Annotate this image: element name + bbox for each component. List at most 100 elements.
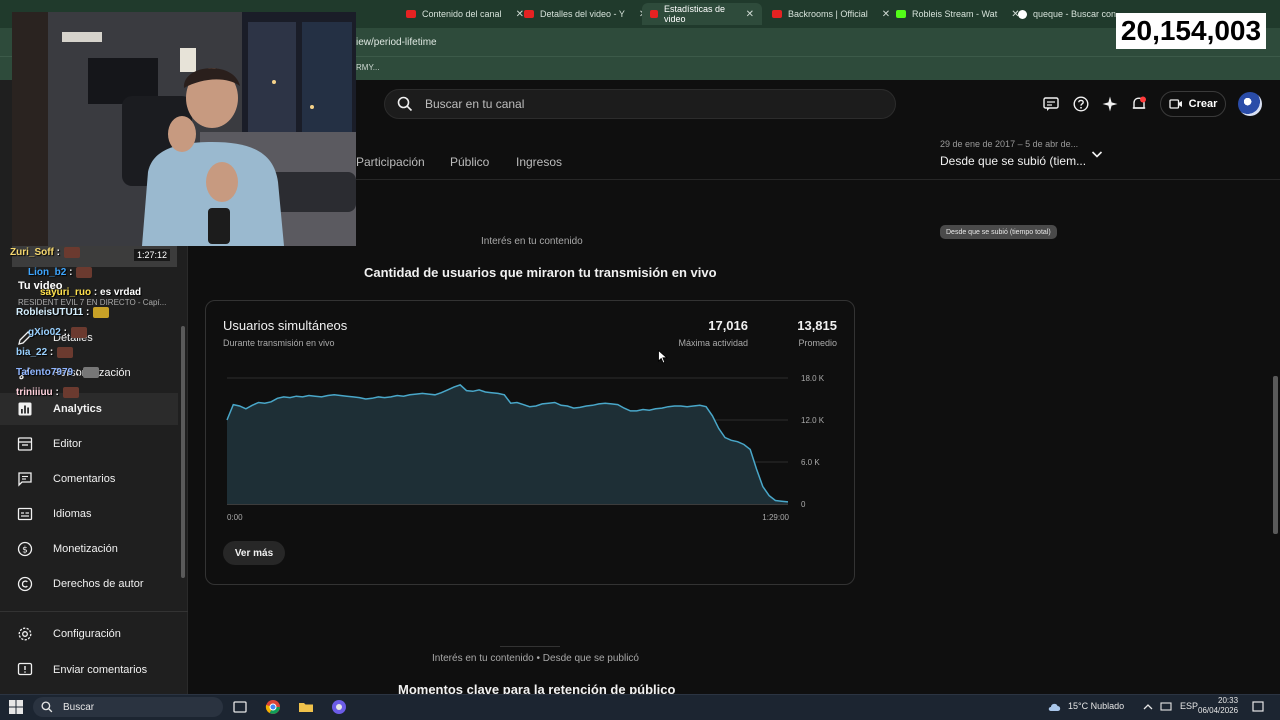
tab-ingresos[interactable]: Ingresos (516, 155, 562, 169)
chat-user: Lion_b2 (28, 267, 67, 279)
emote-icon (76, 267, 93, 278)
chevron-down-icon[interactable] (1090, 147, 1104, 161)
browser-tab[interactable]: Detalles del video - Y ✕ (516, 3, 655, 25)
sidebar-item-label: Idiomas (53, 508, 92, 520)
browser-tab[interactable]: queque - Buscar con (1010, 3, 1124, 25)
emote-icon (62, 387, 79, 398)
emote-icon (57, 347, 74, 358)
sidebar-item-enviar-comentarios[interactable]: Enviar comentarios (0, 654, 178, 686)
browser-tab[interactable]: Robleis Stream - Wat ✕ (888, 3, 1028, 25)
sidebar-item-label: Derechos de autor (53, 578, 144, 590)
y-tick-label: 0 (801, 500, 806, 509)
task-view-icon[interactable] (232, 699, 248, 715)
tab-label: Backrooms | Official (788, 9, 868, 19)
sidebar-scrollbar[interactable] (181, 326, 185, 578)
section-divider (500, 646, 560, 647)
chat-user: gXio02 (28, 327, 61, 339)
url-text: iew/period-lifetime (356, 37, 437, 48)
sparkle-icon[interactable] (1102, 96, 1118, 112)
tab-label: Contenido del canal (422, 9, 502, 19)
sidebar-item-label: Comentarios (53, 473, 116, 485)
tab-label: Detalles del video - Y (540, 9, 625, 19)
chrome-icon[interactable] (265, 699, 281, 715)
chat-text: : (63, 327, 67, 339)
google-icon (1018, 9, 1027, 19)
video-duration: 1:27:12 (134, 249, 171, 261)
chat-text: : es vrdad (93, 287, 142, 298)
svg-text:$: $ (22, 545, 28, 555)
bookmark-item[interactable]: RMY... (356, 63, 379, 72)
chat-user: Zuri_Soff (10, 247, 54, 259)
chat-text: : (69, 267, 73, 279)
copyright-icon (17, 576, 33, 592)
close-icon[interactable]: ✕ (746, 9, 754, 20)
browser-tab-active[interactable]: Estadísticas de video ✕ (642, 3, 762, 25)
average-value: 13,815 (797, 318, 837, 333)
chat-message: Zuri_Soff : (10, 247, 81, 259)
see-more-button[interactable]: Ver más (223, 541, 285, 565)
sidebar-item-configuracion[interactable]: Configuración (0, 618, 178, 650)
browser-tab[interactable]: Backrooms | Official ✕ (764, 3, 898, 25)
tab-publico[interactable]: Público (450, 155, 489, 169)
date-range-picker[interactable]: 29 de ene de 2017 – 5 de abr de... Desde… (940, 139, 1086, 168)
subtitles-icon (17, 507, 33, 521)
feedback-icon (17, 662, 33, 676)
page-scrollbar[interactable] (1273, 376, 1278, 534)
sidebar-item-label: Enviar comentarios (53, 664, 148, 676)
tab-participacion[interactable]: Participación (356, 155, 425, 169)
taskbar-clock[interactable]: 20:33 06/04/2026 (1198, 696, 1238, 716)
mouse-cursor-icon (658, 350, 668, 364)
sidebar-item-idiomas[interactable]: Idiomas (0, 498, 178, 530)
sidebar-item-label: Configuración (53, 628, 121, 640)
network-icon[interactable] (1160, 699, 1172, 715)
chat-message: gXio02 : (10, 327, 87, 338)
tab-label: Estadísticas de video (663, 4, 725, 24)
x-tick-label: 0:00 (227, 513, 243, 522)
avatar[interactable] (1238, 92, 1262, 116)
video-camera-icon (1168, 99, 1182, 109)
notification-center-icon[interactable] (1252, 699, 1264, 715)
chat-message: triniiiuu : (10, 387, 79, 398)
sidebar-item-derechos[interactable]: Derechos de autor (0, 568, 178, 600)
date-range-label: Desde que se subió (tiem... (940, 154, 1087, 168)
create-button[interactable]: Crear (1160, 91, 1226, 117)
language-indicator[interactable]: ESP (1180, 701, 1198, 711)
chat-text: : (56, 247, 61, 259)
chat-text: : (49, 347, 54, 359)
windows-icon[interactable] (8, 699, 24, 715)
chat-user: Talento7979 (16, 367, 74, 379)
chat-text: : (86, 307, 90, 319)
help-icon[interactable] (1073, 96, 1089, 112)
captions-icon[interactable] (1043, 96, 1059, 112)
peak-value: 17,016 (708, 318, 748, 333)
period-pill: Desde que se subió (tiempo total) (940, 225, 1057, 239)
chat-text: : (75, 367, 80, 379)
card-subtitle: Durante transmisión en vivo (223, 338, 335, 348)
sidebar-item-monetizacion[interactable]: $ Monetización (0, 533, 178, 565)
taskbar-search[interactable]: Buscar (33, 697, 223, 717)
y-tick-label: 12.0 K (801, 416, 825, 425)
app-icon[interactable] (331, 699, 347, 715)
notifications-icon[interactable] (1131, 96, 1147, 112)
taskbar-search-label: Buscar (63, 701, 95, 713)
folder-icon[interactable] (298, 699, 314, 715)
chat-text: : (55, 387, 59, 399)
date-range-dates: 29 de ene de 2017 – 5 de abr de... (940, 139, 1079, 149)
search-icon (397, 96, 413, 112)
tab-label: queque - Buscar con (1033, 9, 1117, 19)
search-icon (41, 701, 53, 713)
emote-icon (83, 367, 100, 378)
webcam-overlay (12, 12, 356, 246)
sidebar-item-label: Analytics (53, 403, 102, 415)
youtube-icon (524, 10, 534, 18)
search-input[interactable]: Buscar en tu canal (384, 89, 896, 119)
chevron-up-icon[interactable] (1142, 699, 1154, 715)
search-placeholder: Buscar en tu canal (425, 97, 525, 111)
emote-icon (93, 307, 110, 318)
sidebar-item-editor[interactable]: Editor (0, 428, 178, 460)
concurrent-viewers-chart[interactable]: 0 6.0 K 12.0 K 18.0 K 0:00 1:29:00 (222, 370, 842, 530)
browser-tab[interactable]: Contenido del canal ✕ (398, 3, 532, 25)
weather-text[interactable]: 15°C Nublado (1068, 701, 1124, 711)
sidebar-item-comentarios[interactable]: Comentarios (0, 463, 178, 495)
sidebar-divider (0, 611, 188, 612)
